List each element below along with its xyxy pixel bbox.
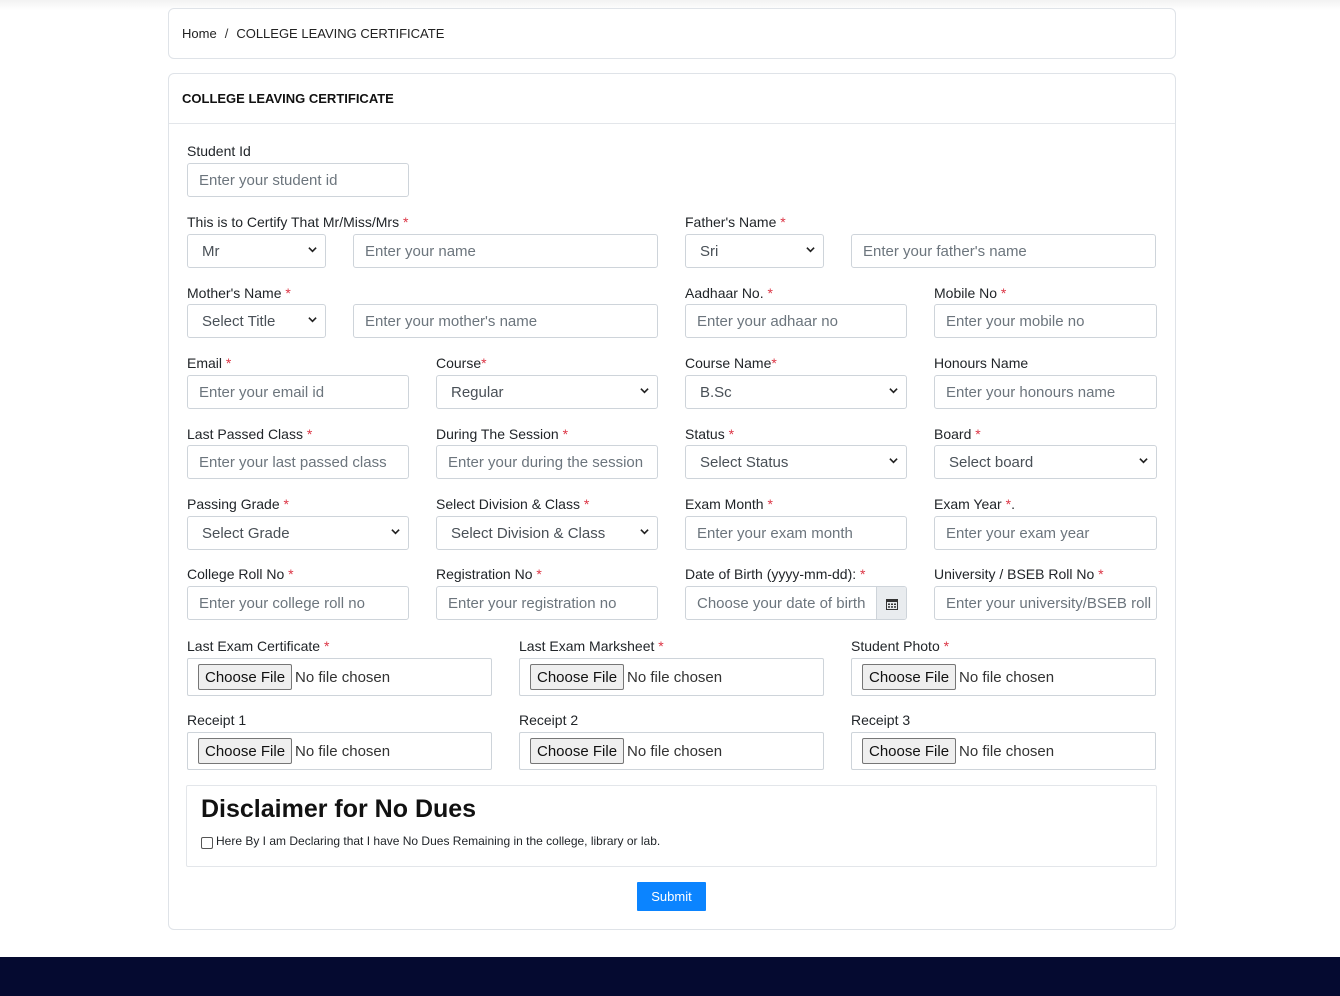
session-label: During The Session * (436, 426, 569, 442)
last-cert-file-input[interactable]: Choose File No file chosen (187, 658, 492, 696)
choose-file-button[interactable]: Choose File (198, 738, 293, 764)
breadcrumb-current: COLLEGE LEAVING CERTIFICATE (236, 26, 445, 41)
registration-input[interactable]: Enter your registration no (436, 586, 658, 620)
last-cert-label: Last Exam Certificate * (187, 638, 330, 654)
chevron-down-icon (806, 247, 815, 253)
exam-year-input[interactable]: Enter your exam year (934, 516, 1157, 550)
student-id-label: Student Id (187, 143, 251, 159)
board-select[interactable]: Select board (934, 445, 1157, 479)
email-input[interactable]: Enter your email id (187, 375, 409, 409)
mother-label: Mother's Name * (187, 285, 291, 301)
session-input[interactable]: Enter your during the session (436, 445, 658, 479)
choose-file-button[interactable]: Choose File (530, 664, 625, 690)
course-select[interactable]: Regular (436, 375, 658, 409)
division-label: Select Division & Class * (436, 496, 590, 512)
division-select[interactable]: Select Division & Class (436, 516, 658, 550)
submit-button[interactable]: Submit (637, 882, 706, 911)
receipt3-file-input[interactable]: Choose File No file chosen (851, 732, 1156, 770)
aadhaar-input[interactable]: Enter your adhaar no (685, 304, 907, 338)
chevron-down-icon (640, 529, 649, 535)
receipt1-file-input[interactable]: Choose File No file chosen (187, 732, 492, 770)
exam-month-label: Exam Month * (685, 496, 773, 512)
certify-title-select[interactable]: Mr (187, 234, 326, 268)
roll-label: College Roll No * (187, 566, 294, 582)
breadcrumb-home[interactable]: Home (182, 26, 217, 41)
grade-select[interactable]: Select Grade (187, 516, 409, 550)
choose-file-button[interactable]: Choose File (862, 738, 957, 764)
receipt3-label: Receipt 3 (851, 712, 911, 728)
footer-bar (0, 957, 1340, 996)
certify-label: This is to Certify That Mr/Miss/Mrs * (187, 214, 409, 230)
honours-label: Honours Name (934, 355, 1029, 371)
choose-file-button[interactable]: Choose File (862, 664, 957, 690)
course-name-select[interactable]: B.Sc (685, 375, 907, 409)
file-status: No file chosen (627, 668, 723, 686)
no-dues-checkbox-label[interactable]: Here By I am Declaring that I have No Du… (216, 834, 660, 848)
mobile-label: Mobile No * (934, 285, 1007, 301)
chevron-down-icon (308, 247, 317, 253)
receipt2-label: Receipt 2 (519, 712, 579, 728)
father-name-input[interactable]: Enter your father's name (851, 234, 1156, 268)
file-status: No file chosen (959, 742, 1055, 760)
calendar-icon (885, 599, 898, 610)
file-status: No file chosen (295, 742, 391, 760)
dob-input[interactable]: Choose your date of birth (685, 586, 907, 620)
chevron-down-icon (391, 529, 400, 535)
chevron-down-icon (889, 458, 898, 464)
aadhaar-label: Aadhaar No. * (685, 285, 773, 301)
photo-label: Student Photo * (851, 638, 950, 654)
course-name-label: Course Name* (685, 355, 777, 371)
breadcrumb-separator: / (224, 26, 229, 41)
last-class-input[interactable]: Enter your last passed class (187, 445, 409, 479)
disclaimer-box: Disclaimer for No Dues Here By I am Decl… (186, 785, 1157, 867)
file-status: No file chosen (295, 668, 391, 686)
chevron-down-icon (640, 388, 649, 394)
registration-label: Registration No * (436, 566, 542, 582)
page-title: COLLEGE LEAVING CERTIFICATE (169, 74, 1175, 124)
status-select[interactable]: Select Status (685, 445, 907, 479)
name-input[interactable]: Enter your name (353, 234, 658, 268)
file-status: No file chosen (959, 668, 1055, 686)
exam-month-input[interactable]: Enter your exam month (685, 516, 907, 550)
exam-year-label: Exam Year *. (934, 496, 1015, 512)
chevron-down-icon (1139, 458, 1148, 464)
choose-file-button[interactable]: Choose File (198, 664, 293, 690)
email-label: Email * (187, 355, 232, 371)
chevron-down-icon (889, 388, 898, 394)
calendar-button[interactable] (876, 587, 906, 619)
disclaimer-title: Disclaimer for No Dues (201, 795, 477, 823)
mobile-input[interactable]: Enter your mobile no (934, 304, 1157, 338)
photo-file-input[interactable]: Choose File No file chosen (851, 658, 1156, 696)
university-input[interactable]: Enter your university/BSEB roll no (934, 586, 1157, 620)
mother-name-input[interactable]: Enter your mother's name (353, 304, 658, 338)
chevron-down-icon (308, 317, 317, 323)
receipt1-label: Receipt 1 (187, 712, 247, 728)
roll-input[interactable]: Enter your college roll no (187, 586, 409, 620)
grade-label: Passing Grade * (187, 496, 289, 512)
course-label: Course* (436, 355, 487, 371)
receipt2-file-input[interactable]: Choose File No file chosen (519, 732, 824, 770)
university-label: University / BSEB Roll No * (934, 566, 1104, 582)
no-dues-checkbox[interactable] (201, 837, 213, 849)
dob-label: Date of Birth (yyyy-mm-dd): * (685, 566, 866, 582)
father-label: Father's Name * (685, 214, 786, 230)
status-label: Status * (685, 426, 735, 442)
student-id-input[interactable]: Enter your student id (187, 163, 409, 197)
choose-file-button[interactable]: Choose File (530, 738, 625, 764)
last-class-label: Last Passed Class * (187, 426, 313, 442)
board-label: Board * (934, 426, 981, 442)
last-marksheet-label: Last Exam Marksheet * (519, 638, 664, 654)
breadcrumb: Home / COLLEGE LEAVING CERTIFICATE (168, 8, 1176, 59)
last-marksheet-file-input[interactable]: Choose File No file chosen (519, 658, 824, 696)
father-title-select[interactable]: Sri (685, 234, 824, 268)
mother-title-select[interactable]: Select Title (187, 304, 326, 338)
file-status: No file chosen (627, 742, 723, 760)
honours-input[interactable]: Enter your honours name (934, 375, 1157, 409)
